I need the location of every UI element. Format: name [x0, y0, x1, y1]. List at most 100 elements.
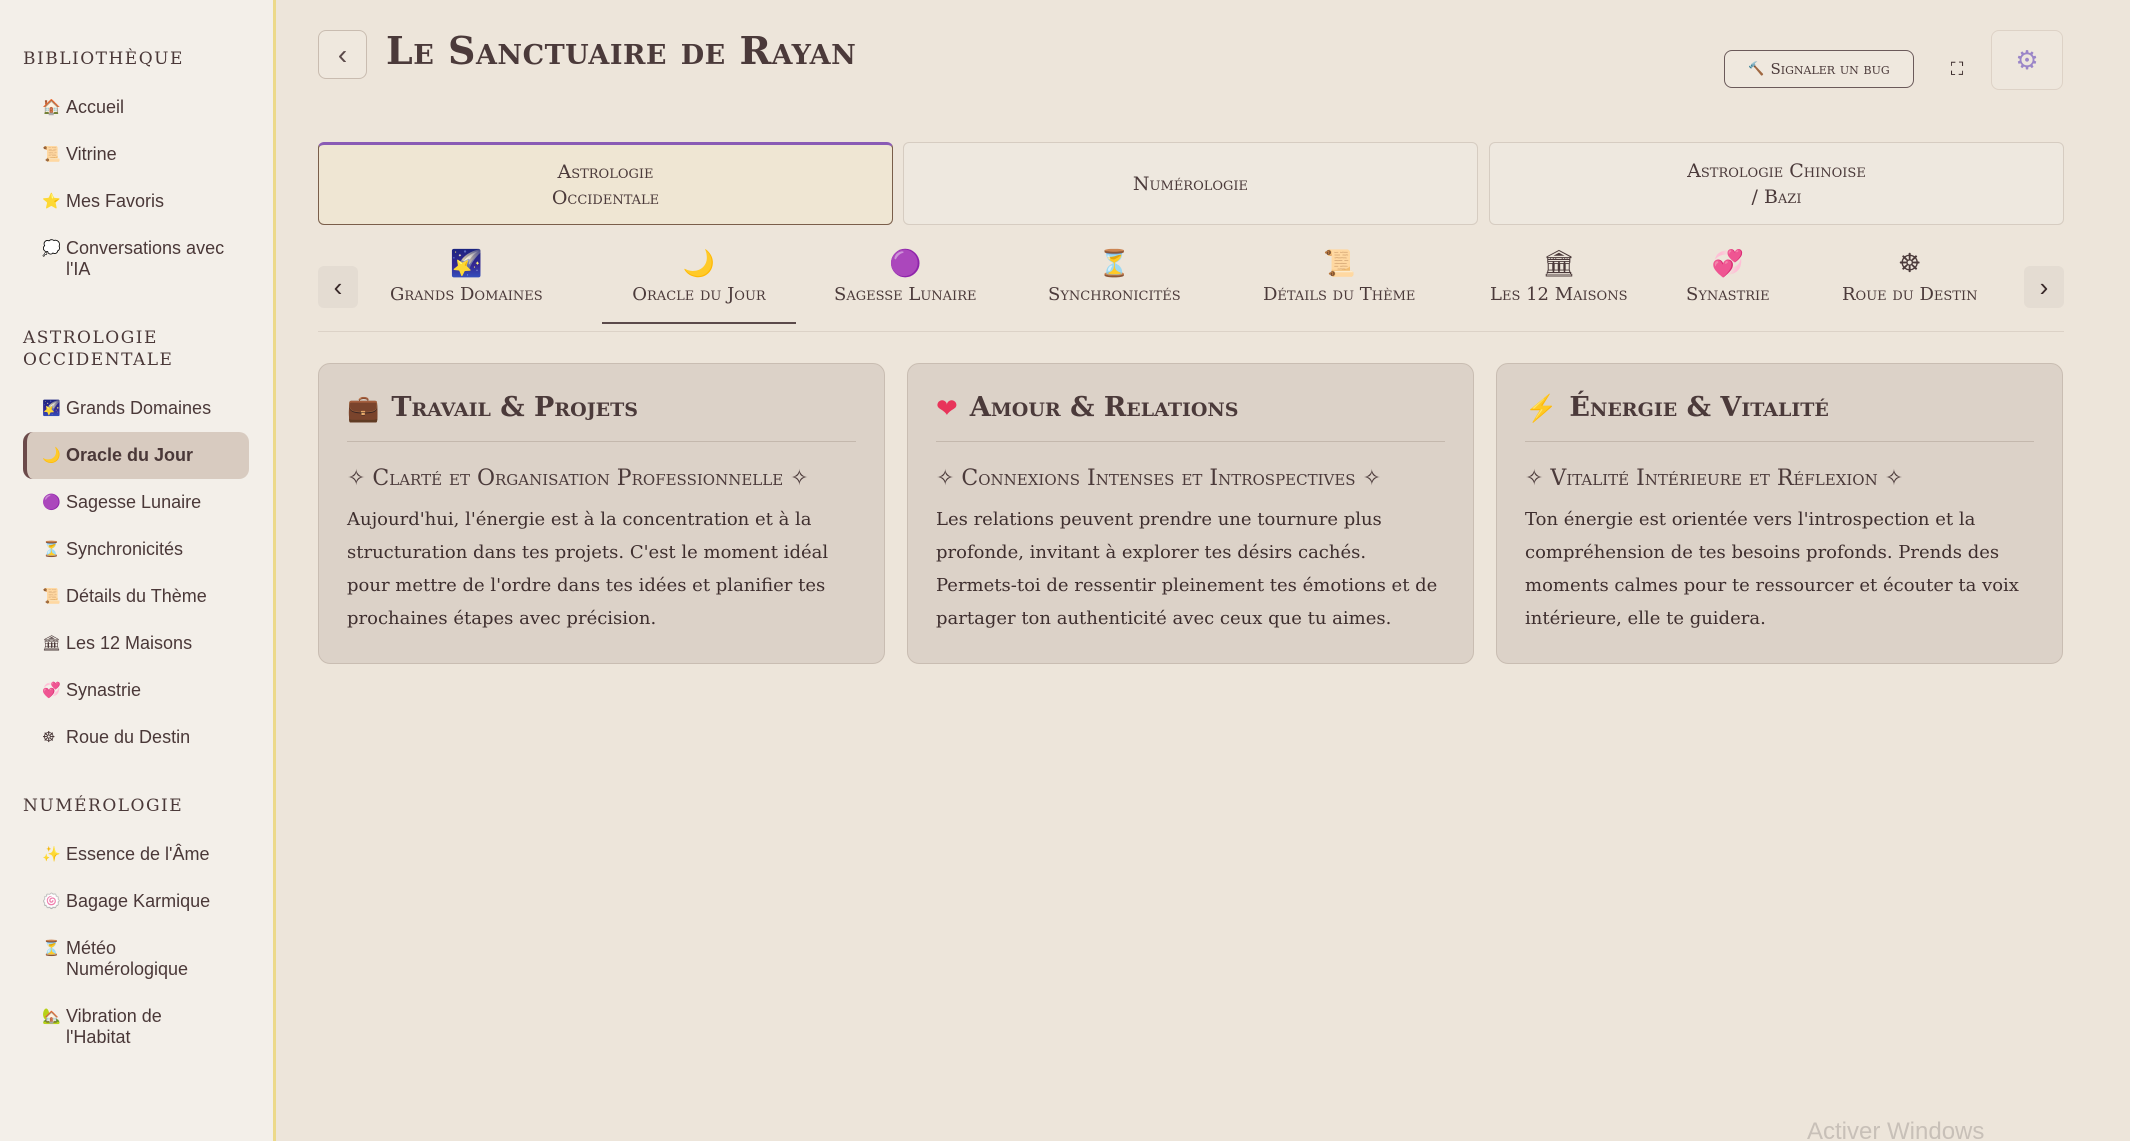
sidebar-item-bagage-karmique[interactable]: 🍥 Bagage Karmique	[23, 878, 249, 925]
fullscreen-icon: ⛶	[1950, 58, 1964, 79]
sidebar-item-meteo-numerologique[interactable]: ⏳ Météo Numérologique	[23, 925, 249, 993]
tab-label-line2: / Bazi	[1751, 185, 1802, 208]
sidebar-item-synastrie[interactable]: 💞 Synastrie	[23, 667, 249, 714]
tab-astrologie-occidentale[interactable]: Astrologie Occidentale	[318, 142, 893, 225]
card-title: Énergie & Vitalité	[1569, 392, 1829, 423]
subtab-grands-domaines[interactable]: 🌠 Grands Domaines	[390, 248, 543, 322]
subtab-oracle-du-jour[interactable]: 🌙 Oracle du Jour	[602, 248, 796, 324]
hourglass-icon: ⏳	[1098, 249, 1131, 279]
sidebar-item-label: Détails du Thème	[66, 586, 207, 606]
sidebar-section-numerologie: Numérologie ✨ Essence de l'Âme 🍥 Bagage Ka…	[0, 795, 273, 1061]
sidebar-item-label: Roue du Destin	[66, 727, 191, 747]
sidebar-item-accueil[interactable]: 🏠 Accueil	[23, 84, 249, 131]
sidebar-section-title: Numérologie	[23, 796, 184, 816]
shooting-star-icon: 🌠	[42, 400, 61, 417]
subtab-synchronicites[interactable]: ⏳ Synchronicités	[1048, 248, 1181, 322]
card-amour-relations: ❤ Amour & Relations ✧ Connexions Intense…	[907, 363, 1474, 664]
card-subtitle: ✧ Vitalité Intérieure et Réflexion ✧	[1525, 466, 1904, 491]
sidebar-item-conversations[interactable]: 💭 Conversations avec l'IA	[23, 225, 249, 293]
lightning-icon: ⚡	[1525, 392, 1558, 423]
subtab-label: Oracle du Jour	[632, 284, 766, 305]
sidebar-item-roue-destin[interactable]: ☸ Roue du Destin	[23, 714, 249, 761]
chevron-left-icon: ‹	[333, 271, 343, 302]
sidebar: Bibliothèque 🏠 Accueil 📜 Vitrine ⭐ Mes Favo…	[0, 0, 276, 1141]
subtab-label: Roue du Destin	[1842, 284, 1978, 305]
tab-numerologie[interactable]: Numérologie	[903, 142, 1478, 225]
purple-circle-icon: 🟣	[889, 249, 922, 279]
subtab-label: Synastrie	[1686, 284, 1770, 305]
home-icon: 🏠	[42, 99, 61, 116]
hearts-icon: 💞	[1711, 249, 1745, 279]
gear-icon: ⚙	[2015, 44, 2039, 75]
tab-label-line2: Occidentale	[551, 186, 660, 209]
subtab-details-theme[interactable]: 📜 Détails du Thème	[1263, 248, 1415, 322]
card-energie-vitalite: ⚡ Énergie & Vitalité ✧ Vitalité Intérieu…	[1496, 363, 2063, 664]
shooting-star-icon: 🌠	[450, 249, 483, 279]
subnav-next-button[interactable]: ›	[2024, 266, 2064, 308]
card-header: ⚡ Énergie & Vitalité	[1525, 392, 2034, 442]
scroll-icon: 📜	[1323, 249, 1356, 279]
sidebar-item-sagesse-lunaire[interactable]: 🟣 Sagesse Lunaire	[23, 479, 249, 526]
subtab-label: Les 12 Maisons	[1490, 284, 1628, 305]
sidebar-item-oracle-du-jour[interactable]: 🌙 Oracle du Jour	[23, 432, 249, 479]
card-title: Amour & Relations	[969, 392, 1239, 423]
page-title: Le Sanctuaire de Rayan	[386, 28, 857, 73]
subtab-roue-destin[interactable]: ☸ Roue du Destin	[1842, 248, 1978, 322]
hammer-icon: 🔨	[1748, 61, 1765, 77]
sidebar-item-essence-ame[interactable]: ✨ Essence de l'Âme	[23, 831, 249, 878]
card-subtitle: ✧ Connexions Intenses et Introspectives …	[936, 466, 1382, 491]
card-text: Ton énergie est orientée vers l'introspe…	[1525, 509, 2019, 629]
card-text: Aujourd'hui, l'énergie est à la concentr…	[347, 509, 829, 629]
temple-icon: 🏛	[42, 635, 62, 652]
sidebar-item-label: Bagage Karmique	[66, 891, 211, 911]
sidebar-item-label: Mes Favoris	[66, 191, 165, 211]
purple-circle-icon: 🟣	[42, 494, 61, 511]
subtab-label: Synchronicités	[1048, 284, 1181, 305]
chevron-right-icon: ›	[2039, 271, 2049, 302]
sidebar-item-12-maisons[interactable]: 🏛 Les 12 Maisons	[23, 620, 249, 667]
house-icon: 🏡	[42, 1008, 61, 1025]
thought-bubble-icon: 💭	[42, 240, 61, 257]
main-content: ‹ Le Sanctuaire de Rayan 🔨 Signaler un b…	[318, 0, 2064, 1141]
sidebar-item-label: Les 12 Maisons	[66, 633, 193, 653]
sidebar-section-title: Astrologie Occidentale	[23, 328, 174, 370]
briefcase-icon: 💼	[347, 392, 380, 423]
sidebar-item-grands-domaines[interactable]: 🌠 Grands Domaines	[23, 385, 249, 432]
fullscreen-button[interactable]: ⛶	[1942, 54, 1972, 84]
card-header: ❤ Amour & Relations	[936, 392, 1445, 442]
report-bug-button[interactable]: 🔨 Signaler un bug	[1724, 50, 1914, 88]
temple-icon: 🏛	[1542, 249, 1576, 279]
windows-activation-watermark: Activer Windows	[1807, 1118, 1985, 1141]
card-title: Travail & Projets	[391, 392, 639, 423]
back-button[interactable]: ‹	[318, 30, 367, 79]
moon-icon: 🌙	[682, 249, 716, 279]
subtab-sagesse-lunaire[interactable]: 🟣 Sagesse Lunaire	[834, 248, 976, 322]
hourglass-icon: ⏳	[42, 541, 61, 558]
sub-navigation: ‹ 🌠 Grands Domaines 🌙 Oracle du Jour 🟣 Sage…	[318, 248, 2064, 332]
sidebar-item-label: Vibration de l'Habitat	[66, 1006, 162, 1047]
sidebar-item-vibration-habitat[interactable]: 🏡 Vibration de l'Habitat	[23, 993, 249, 1061]
sidebar-item-synchronicites[interactable]: ⏳ Synchronicités	[23, 526, 249, 573]
subtab-label: Grands Domaines	[390, 284, 543, 305]
sidebar-item-label: Accueil	[66, 97, 125, 117]
sidebar-item-vitrine[interactable]: 📜 Vitrine	[23, 131, 249, 178]
card-text: Les relations peuvent prendre une tournu…	[936, 509, 1438, 629]
sidebar-item-label: Conversations avec l'IA	[66, 238, 225, 279]
sidebar-item-details-theme[interactable]: 📜 Détails du Thème	[23, 573, 249, 620]
tab-astrologie-chinoise[interactable]: Astrologie Chinoise / Bazi	[1489, 142, 2064, 225]
settings-button[interactable]: ⚙	[1991, 30, 2063, 90]
sparkles-icon: ✨	[42, 846, 61, 863]
heart-icon: ❤	[936, 392, 958, 423]
tab-label-line1: Astrologie Chinoise	[1687, 159, 1866, 182]
sidebar-section-astrologie: Astrologie Occidentale 🌠 Grands Domaines …	[0, 327, 273, 761]
sidebar-section-title: Bibliothèque	[23, 49, 184, 69]
sidebar-item-label: Synastrie	[66, 680, 142, 700]
subnav-prev-button[interactable]: ‹	[318, 266, 358, 308]
subtab-synastrie[interactable]: 💞 Synastrie	[1686, 248, 1770, 322]
subtab-12-maisons[interactable]: 🏛 Les 12 Maisons	[1490, 248, 1628, 322]
sidebar-item-label: Sagesse Lunaire	[66, 492, 202, 512]
sidebar-item-favoris[interactable]: ⭐ Mes Favoris	[23, 178, 249, 225]
sidebar-item-label: Synchronicités	[66, 539, 184, 559]
sidebar-section-bibliotheque: Bibliothèque 🏠 Accueil 📜 Vitrine ⭐ Mes Favo…	[0, 48, 273, 293]
sidebar-item-label: Vitrine	[66, 144, 117, 164]
